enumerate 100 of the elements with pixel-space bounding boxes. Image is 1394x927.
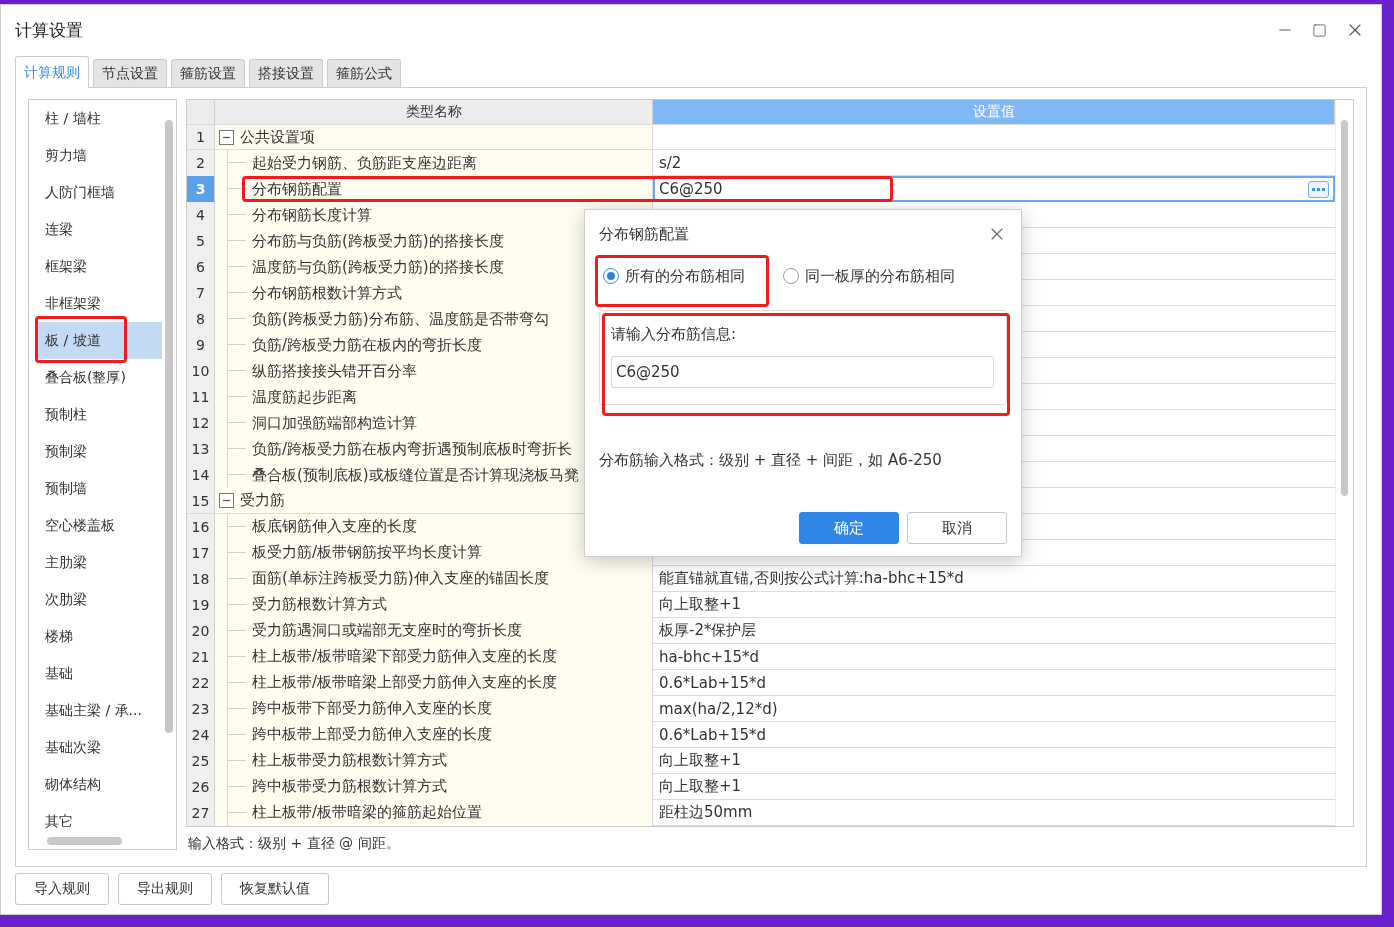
setting-name: 温度筋与负筋(跨板受力筋)的搭接长度 — [252, 257, 504, 277]
tab[interactable]: 计算规则 — [15, 56, 89, 88]
setting-name: 受力筋 — [240, 491, 285, 511]
sidebar-item[interactable]: 空心楼盖板 — [35, 507, 162, 544]
setting-name: 柱上板带/板带暗梁下部受力筋伸入支座的长度 — [252, 647, 558, 667]
row-number-cell: 18 — [187, 566, 215, 592]
setting-name: 纵筋搭接接头错开百分率 — [252, 361, 417, 381]
table-row[interactable]: 23 跨中板带下部受力筋伸入支座的长度 max(ha/2,12*d) — [187, 696, 1335, 722]
sidebar-item[interactable]: 剪力墙 — [35, 137, 162, 174]
sidebar-item[interactable]: 柱 / 墙柱 — [35, 100, 162, 137]
setting-name: 分布钢筋根数计算方式 — [252, 283, 402, 303]
rule-button[interactable]: 恢复默认值 — [221, 873, 329, 905]
table-row[interactable]: 2 起始受力钢筋、负筋距支座边距离 s/2 — [187, 150, 1335, 177]
setting-value: 0.6*Lab+15*d — [659, 726, 767, 744]
row-number-cell: 12 — [187, 410, 215, 437]
collapse-icon[interactable] — [219, 129, 234, 145]
sidebar-item[interactable]: 预制柱 — [35, 396, 162, 433]
sidebar-item[interactable]: 预制墙 — [35, 470, 162, 507]
setting-name: 洞口加强筋端部构造计算 — [252, 413, 417, 433]
setting-name: 跨中板带下部受力筋伸入支座的长度 — [252, 699, 492, 719]
setting-name: 分布筋与负筋(跨板受力筋)的搭接长度 — [252, 231, 504, 251]
cancel-button[interactable]: 取消 — [907, 512, 1007, 544]
sidebar-item[interactable]: 基础主梁 / 承... — [35, 692, 162, 729]
row-number-cell: 24 — [187, 722, 215, 748]
rule-button[interactable]: 导入规则 — [15, 873, 109, 905]
rule-button[interactable]: 导出规则 — [118, 873, 212, 905]
table-row[interactable]: 19 受力筋根数计算方式 向上取整+1 — [187, 592, 1335, 618]
row-number-cell: 16 — [187, 514, 215, 540]
setting-name: 公共设置项 — [240, 127, 315, 147]
row-number-cell: 15 — [187, 488, 215, 513]
sidebar-item[interactable]: 框架梁 — [35, 248, 162, 285]
sidebar-item[interactable]: 其它 — [35, 803, 162, 833]
input-field[interactable]: C6@250 — [611, 356, 994, 388]
sidebar-item[interactable]: 基础 — [35, 655, 162, 692]
row-number-cell: 2 — [187, 150, 215, 177]
table-row[interactable]: 18 面筋(单标注跨板受力筋)伸入支座的锚固长度 能直锚就直锚,否则按公式计算:ha-bhc+15*d — [187, 566, 1335, 592]
sidebar-item[interactable]: 叠合板(整厚) — [35, 359, 162, 396]
row-number-cell: 4 — [187, 202, 215, 229]
table-row[interactable]: 26 跨中板带受力筋根数计算方式 向上取整+1 — [187, 774, 1335, 800]
table-row[interactable]: 20 受力筋遇洞口或端部无支座时的弯折长度 板厚-2*保护层 — [187, 618, 1335, 644]
row-number-cell: 8 — [187, 306, 215, 333]
row-number-cell: 20 — [187, 618, 215, 644]
table-row[interactable]: 27 柱上板带/板带暗梁的箍筋起始位置 距柱边50mm — [187, 800, 1335, 826]
tab[interactable]: 搭接设置 — [249, 59, 323, 87]
table-row[interactable]: 1 公共设置项 — [187, 124, 1335, 151]
table-row[interactable]: 25 柱上板带受力筋根数计算方式 向上取整+1 — [187, 748, 1335, 774]
row-number-cell: 19 — [187, 592, 215, 618]
setting-name: 柱上板带/板带暗梁上部受力筋伸入支座的长度 — [252, 673, 558, 693]
row-number-cell: 1 — [187, 124, 215, 150]
format-hint: 输入格式：级别 + 直径 @ 间距。 — [187, 835, 401, 853]
setting-name: 柱上板带受力筋根数计算方式 — [252, 751, 447, 771]
table-row[interactable]: 22 柱上板带/板带暗梁上部受力筋伸入支座的长度 0.6*Lab+15*d — [187, 670, 1335, 696]
sidebar-item[interactable]: 基础次梁 — [35, 729, 162, 766]
setting-name: 分布钢筋配置 — [252, 179, 342, 199]
setting-name: 受力筋遇洞口或端部无支座时的弯折长度 — [252, 621, 522, 641]
tab[interactable]: 箍筋设置 — [171, 59, 245, 87]
setting-name: 板底钢筋伸入支座的长度 — [252, 517, 417, 537]
scrollbar[interactable] — [1341, 120, 1348, 496]
setting-name: 负筋(跨板受力筋)分布筋、温度筋是否带弯勾 — [252, 309, 549, 329]
sidebar-item[interactable]: 非框架梁 — [35, 285, 162, 322]
row-number-cell: 25 — [187, 748, 215, 774]
window-title: 计算设置 — [15, 18, 83, 42]
sidebar-item[interactable]: 预制梁 — [35, 433, 162, 470]
row-number-cell: 5 — [187, 228, 215, 255]
tab[interactable]: 箍筋公式 — [327, 59, 401, 87]
table-row[interactable]: 24 跨中板带上部受力筋伸入支座的长度 0.6*Lab+15*d — [187, 722, 1335, 748]
table-row[interactable]: 3 分布钢筋配置 C6@250 — [187, 176, 1335, 203]
sidebar-item[interactable]: 楼梯 — [35, 618, 162, 655]
setting-name: 负筋/跨板受力筋在板内弯折遇预制底板时弯折长 — [252, 439, 573, 459]
setting-name: 起始受力钢筋、负筋距支座边距离 — [252, 153, 477, 173]
row-number-cell: 26 — [187, 774, 215, 800]
scrollbar[interactable] — [47, 837, 122, 845]
setting-name: 板受力筋/板带钢筋按平均长度计算 — [252, 543, 483, 563]
radio-icon[interactable] — [783, 268, 799, 284]
row-number-cell: 13 — [187, 436, 215, 463]
sidebar-item[interactable]: 次肋梁 — [35, 581, 162, 618]
setting-value: 距柱边50mm — [659, 803, 753, 823]
row-number-cell: 27 — [187, 800, 215, 826]
radio-icon[interactable] — [603, 268, 619, 284]
setting-value: ha-bhc+15*d — [659, 648, 760, 666]
setting-value: s/2 — [659, 154, 682, 173]
setting-value: max(ha/2,12*d) — [659, 700, 778, 718]
confirm-button[interactable]: 确定 — [799, 512, 899, 544]
setting-value: 向上取整+1 — [659, 595, 742, 615]
sidebar-item[interactable]: 人防门框墙 — [35, 174, 162, 211]
sidebar-item[interactable]: 连梁 — [35, 211, 162, 248]
scrollbar[interactable] — [165, 120, 173, 733]
sidebar-item[interactable]: 板 / 坡道 — [35, 322, 162, 359]
row-number-cell: 3 — [187, 176, 215, 203]
collapse-icon[interactable] — [219, 493, 234, 509]
column-header: 类型名称 — [215, 100, 653, 124]
sidebar-item[interactable]: 砌体结构 — [35, 766, 162, 803]
sidebar-item[interactable]: 主肋梁 — [35, 544, 162, 581]
row-number-cell: 10 — [187, 358, 215, 385]
setting-name: 叠合板(预制底板)或板缝位置是否计算现浇板马凳 — [252, 465, 579, 485]
more-button[interactable] — [1308, 180, 1329, 198]
row-number-cell: 11 — [187, 384, 215, 411]
table-row[interactable]: 21 柱上板带/板带暗梁下部受力筋伸入支座的长度 ha-bhc+15*d — [187, 644, 1335, 670]
value-cell[interactable]: C6@250 — [653, 176, 1335, 203]
tab[interactable]: 节点设置 — [93, 59, 167, 87]
